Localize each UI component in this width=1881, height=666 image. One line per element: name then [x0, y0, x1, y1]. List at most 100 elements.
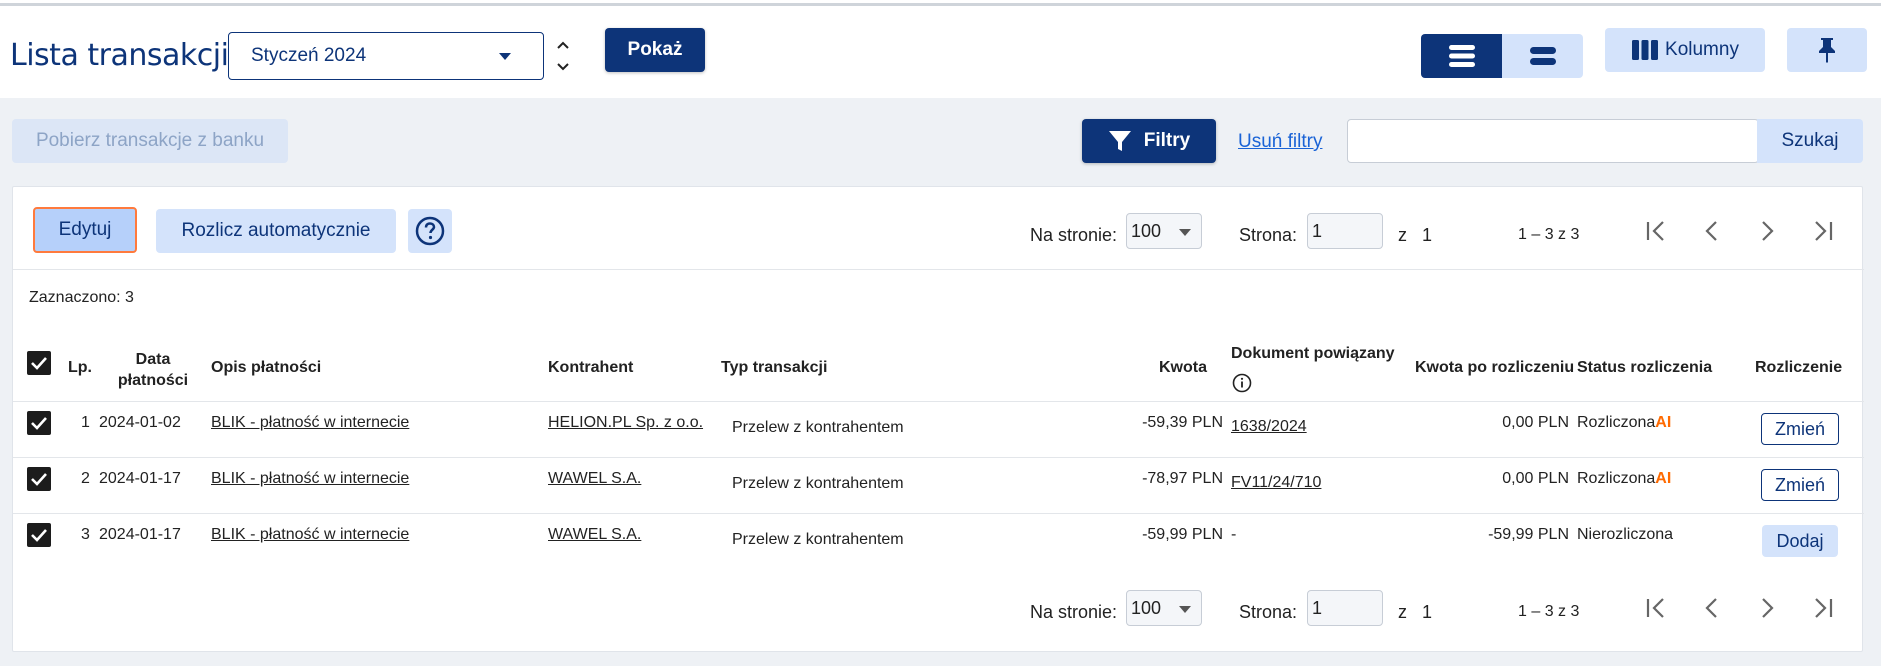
row-lp: 3: [81, 526, 90, 543]
month-select[interactable]: Styczeń 2024: [228, 32, 544, 80]
chevron-down-icon[interactable]: [554, 58, 572, 76]
first-page-icon[interactable]: [1643, 594, 1671, 622]
per-page-value: 100: [1131, 221, 1162, 241]
per-page-value: 100: [1131, 598, 1162, 618]
row-contractor-link[interactable]: HELION.PL Sp. z o.o.: [548, 414, 703, 432]
row-status-text: Rozliczona: [1577, 414, 1656, 431]
filters-button[interactable]: Filtry: [1082, 119, 1216, 163]
last-page-icon[interactable]: [1808, 217, 1836, 245]
row-document: -: [1231, 526, 1237, 543]
info-icon[interactable]: [1232, 373, 1252, 398]
total-pages: 1: [1422, 225, 1433, 245]
page-title: Lista transakcji: [10, 38, 229, 73]
range-text: 1 – 3 z 3: [1518, 603, 1580, 620]
row-description-link[interactable]: BLIK - płatność w internecie: [211, 526, 409, 544]
col-date-line2: płatności: [117, 372, 189, 389]
transactions-panel: Edytuj Rozlicz automatycznie Na stronie:…: [12, 186, 1864, 652]
columns-icon: [1632, 40, 1659, 60]
row-date: 2024-01-02: [99, 414, 181, 431]
filters-label: Filtry: [1143, 130, 1191, 151]
per-page-select[interactable]: 100: [1126, 590, 1202, 626]
row-type: Przelew z kontrahentem: [732, 419, 904, 436]
page-input[interactable]: 1: [1307, 590, 1383, 626]
per-page-label: Na stronie:: [1030, 225, 1118, 245]
view-expanded-button[interactable]: [1421, 34, 1502, 78]
view-compact-button[interactable]: [1502, 34, 1583, 78]
col-date: Data płatności: [103, 349, 203, 391]
first-page-icon[interactable]: [1643, 217, 1671, 245]
ai-badge: AI: [1655, 414, 1672, 431]
row-checkbox[interactable]: [27, 467, 51, 491]
row-type: Przelew z kontrahentem: [732, 531, 904, 548]
col-date-line1: Data: [135, 351, 171, 368]
row-description-link[interactable]: BLIK - płatność w internecie: [211, 414, 409, 432]
row-status: RozliczonaAI: [1577, 414, 1671, 432]
row-amount: -78,97 PLN: [1142, 470, 1223, 487]
header: Lista transakcji Styczeń 2024 Pokaż Kolu…: [0, 6, 1881, 98]
fetch-transactions-button[interactable]: Pobierz transakcje z banku: [12, 119, 288, 163]
check-icon: [31, 529, 47, 542]
row-type: Przelew z kontrahentem: [732, 475, 904, 492]
row-date: 2024-01-17: [99, 526, 181, 543]
check-icon: [31, 473, 47, 486]
ai-badge: AI: [1655, 470, 1672, 487]
caret-down-icon: [1179, 606, 1191, 613]
search-button[interactable]: Szukaj: [1757, 119, 1863, 163]
list-compact-icon: [1529, 47, 1556, 65]
total-pages: 1: [1422, 602, 1433, 622]
row-status-text: Rozliczona: [1577, 470, 1656, 487]
check-icon: [31, 357, 47, 370]
row-divider: [13, 457, 1864, 458]
row-status: RozliczonaAI: [1577, 470, 1671, 488]
columns-label: Kolumny: [1665, 39, 1739, 60]
list-expanded-icon: [1448, 45, 1475, 67]
columns-button[interactable]: Kolumny: [1605, 28, 1765, 72]
col-description: Opis płatności: [211, 359, 322, 376]
page-label: Strona:: [1239, 602, 1298, 622]
row-divider: [13, 401, 1864, 402]
row-contractor-link[interactable]: WAWEL S.A.: [548, 526, 641, 544]
row-amount-after: 0,00 PLN: [1502, 414, 1569, 431]
last-page-icon[interactable]: [1808, 594, 1836, 622]
row-description-link[interactable]: BLIK - płatność w internecie: [211, 470, 409, 488]
add-button[interactable]: Dodaj: [1762, 525, 1838, 557]
pagination-bottom: Na stronie: 100 Strona: 1 z 1 1 – 3 z 3: [13, 590, 1864, 634]
month-select-value: Styczeń 2024: [251, 45, 367, 66]
caret-down-icon: [1179, 229, 1191, 236]
page-input[interactable]: 1: [1307, 213, 1383, 249]
next-page-icon[interactable]: [1753, 217, 1781, 245]
page-label: Strona:: [1239, 225, 1298, 245]
prev-page-icon[interactable]: [1698, 594, 1726, 622]
pin-button[interactable]: [1787, 28, 1867, 72]
row-checkbox[interactable]: [27, 411, 51, 435]
col-lp: Lp.: [68, 359, 92, 376]
change-button[interactable]: Zmień: [1761, 469, 1839, 501]
caret-down-icon: [499, 53, 511, 60]
clear-filters-link[interactable]: Usuń filtry: [1238, 131, 1322, 153]
row-checkbox[interactable]: [27, 523, 51, 547]
next-page-icon[interactable]: [1753, 594, 1781, 622]
row-amount: -59,39 PLN: [1142, 414, 1223, 431]
change-button[interactable]: Zmień: [1761, 413, 1839, 445]
row-contractor-link[interactable]: WAWEL S.A.: [548, 470, 641, 488]
select-all-checkbox[interactable]: [27, 351, 51, 375]
pagination-top: Na stronie: 100 Strona: 1 z 1 1 – 3 z 3: [13, 213, 1864, 257]
row-document-link[interactable]: FV11/24/710: [1231, 474, 1321, 492]
row-amount-after: -59,99 PLN: [1488, 526, 1569, 543]
row-divider: [13, 513, 1864, 514]
row-lp: 1: [81, 414, 90, 431]
search-input[interactable]: [1347, 119, 1759, 163]
row-status-text: Nierozliczona: [1577, 526, 1674, 543]
chevron-up-icon[interactable]: [554, 36, 572, 54]
per-page-select[interactable]: 100: [1126, 213, 1202, 249]
of-label: z: [1398, 225, 1407, 245]
month-stepper[interactable]: [552, 34, 574, 78]
show-button[interactable]: Pokaż: [605, 28, 705, 72]
view-toggle: [1421, 34, 1583, 78]
filter-icon: [1108, 131, 1131, 151]
prev-page-icon[interactable]: [1698, 217, 1726, 245]
check-icon: [31, 417, 47, 430]
row-document-link[interactable]: 1638/2024: [1231, 418, 1307, 436]
of-label: z: [1398, 602, 1407, 622]
row-amount-after: 0,00 PLN: [1502, 470, 1569, 487]
